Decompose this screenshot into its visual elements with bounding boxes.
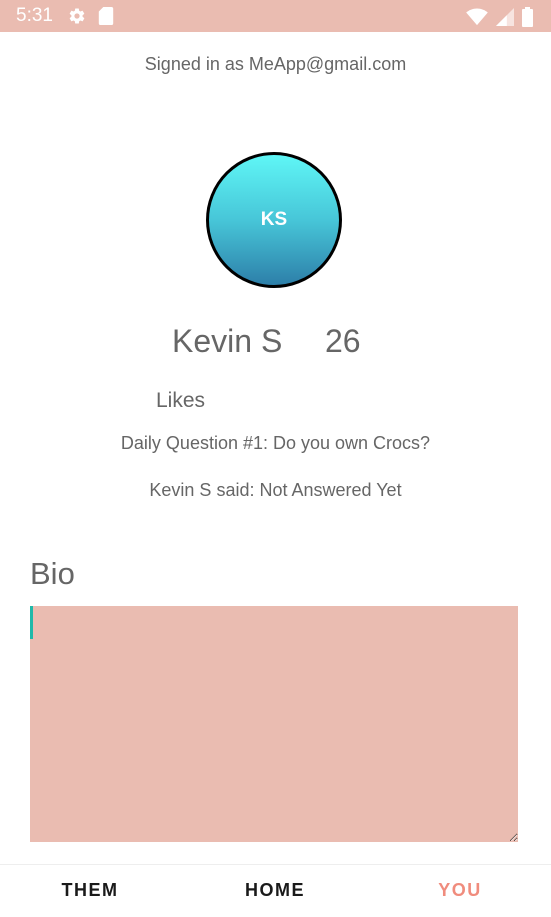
- status-bar: 5:31: [0, 0, 551, 32]
- status-left-icons: [68, 7, 114, 25]
- profile-name: Kevin S: [172, 323, 283, 359]
- daily-answer: Kevin S said: Not Answered Yet: [149, 480, 402, 500]
- bottom-nav: THEM HOME YOU: [0, 864, 551, 917]
- bio-input[interactable]: [30, 606, 518, 842]
- status-time: 5:31: [16, 5, 53, 26]
- battery-icon: [522, 7, 533, 27]
- profile-age: 26: [325, 323, 361, 359]
- profile-screen: 5:31 Signed in as MeApp@gmail.com KS Kev…: [0, 0, 551, 917]
- wifi-icon: [466, 8, 488, 26]
- gear-icon: [68, 7, 86, 25]
- tab-you[interactable]: YOU: [380, 880, 540, 901]
- avatar: KS: [206, 152, 342, 288]
- status-right-icons: [466, 7, 533, 27]
- tab-home[interactable]: HOME: [195, 880, 355, 901]
- signed-in-text: Signed in as MeApp@gmail.com: [144, 54, 407, 74]
- signal-icon: [496, 8, 514, 26]
- sd-card-icon: [98, 7, 114, 25]
- avatar-initials: KS: [260, 209, 288, 230]
- text-cursor: [30, 606, 33, 639]
- daily-question: Daily Question #1: Do you own Crocs?: [120, 433, 431, 453]
- bio-heading: Bio: [30, 556, 75, 591]
- likes-label: Likes: [156, 389, 206, 412]
- tab-them[interactable]: THEM: [10, 880, 170, 901]
